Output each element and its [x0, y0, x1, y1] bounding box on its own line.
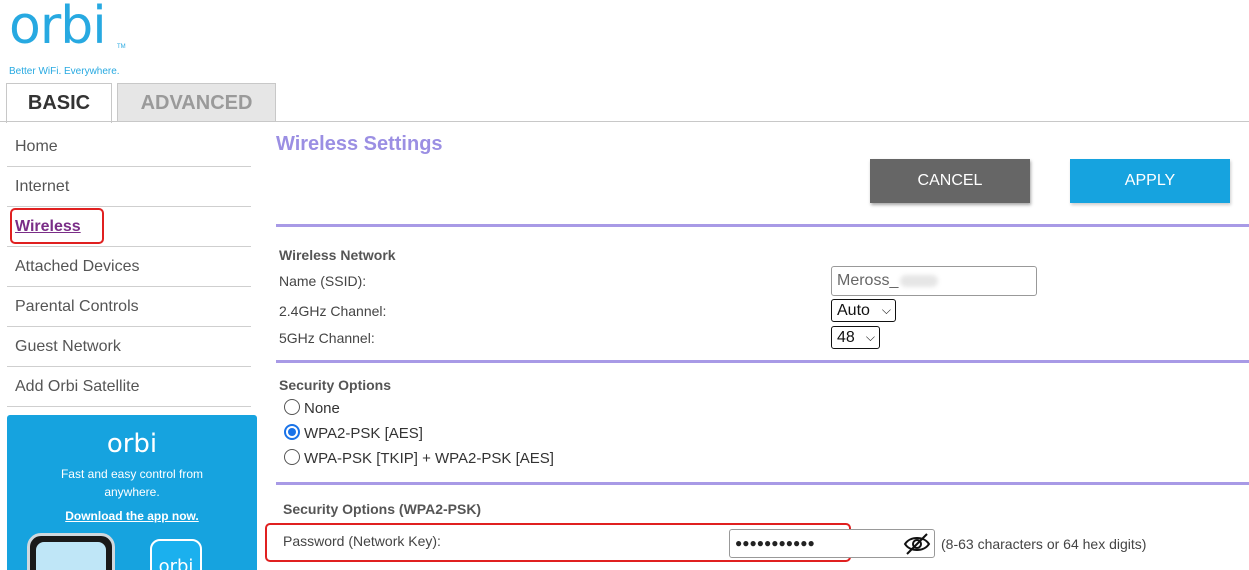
- promo-text: Fast and easy control from anywhere.: [60, 467, 204, 499]
- tab-advanced[interactable]: ADVANCED: [117, 83, 276, 122]
- ssid-value: Meross_: [837, 272, 899, 289]
- radio-wpa-wpa2-mixed[interactable]: [284, 449, 300, 466]
- eye-slash-icon[interactable]: [903, 532, 931, 556]
- security-options-heading: Security Options: [279, 377, 392, 393]
- wpa2-psk-heading: Security Options (WPA2-PSK): [283, 501, 482, 517]
- page-title: Wireless Settings: [276, 133, 443, 155]
- channel-24-value: Auto: [837, 302, 870, 319]
- app-promo-banner: orbi Fast and easy control from anywhere…: [7, 415, 257, 570]
- orbi-logo: orbi TM Better WiFi. Everywhere.: [9, 0, 139, 78]
- sidebar-item-parental-controls[interactable]: Parental Controls: [7, 287, 251, 327]
- logo-trademark: TM: [117, 44, 126, 50]
- security-option-wpa2-psk-aes[interactable]: WPA2-PSK [AES]: [284, 424, 423, 443]
- logo-wordmark: orbi: [9, 0, 107, 56]
- section-divider: [276, 482, 1249, 485]
- channel-5-label: 5GHz Channel:: [279, 330, 375, 346]
- security-option-wpa-wpa2-mixed[interactable]: WPA-PSK [TKIP] + WPA2-PSK [AES]: [284, 449, 554, 468]
- channel-5-value: 48: [837, 329, 855, 346]
- tab-divider: [0, 121, 1249, 122]
- phone-image: [27, 533, 115, 570]
- channel-24-select[interactable]: Auto ⌵: [831, 299, 896, 322]
- sidebar-item-add-orbi-satellite[interactable]: Add Orbi Satellite: [7, 367, 251, 407]
- security-option-none[interactable]: None: [284, 399, 340, 418]
- sidebar-item-guest-network[interactable]: Guest Network: [7, 327, 251, 367]
- radio-wpa2-psk-aes[interactable]: [284, 424, 300, 441]
- password-hint: (8-63 characters or 64 hex digits): [941, 536, 1147, 552]
- chevron-down-icon: ⌵: [865, 330, 875, 344]
- sidebar-item-wireless[interactable]: Wireless: [7, 207, 251, 247]
- phone-screen: [36, 542, 106, 570]
- sidebar-item-home[interactable]: Home: [7, 127, 251, 167]
- sidebar-nav: Home Internet Wireless Attached Devices …: [7, 127, 251, 407]
- apply-button[interactable]: APPLY: [1070, 159, 1230, 203]
- channel-5-select[interactable]: 48 ⌵: [831, 326, 880, 349]
- section-divider: [276, 224, 1249, 227]
- orbi-app-icon: orbi: [150, 539, 202, 570]
- wireless-network-heading: Wireless Network: [279, 247, 396, 263]
- sidebar-item-internet[interactable]: Internet: [7, 167, 251, 207]
- ssid-label: Name (SSID):: [279, 273, 367, 289]
- channel-24-label: 2.4GHz Channel:: [279, 303, 387, 319]
- security-option-label: WPA2-PSK [AES]: [304, 425, 423, 442]
- cancel-button[interactable]: CANCEL: [870, 159, 1030, 203]
- chevron-down-icon: ⌵: [881, 303, 891, 317]
- security-option-label: WPA-PSK [TKIP] + WPA2-PSK [AES]: [304, 450, 554, 467]
- ssid-input[interactable]: Meross_: [831, 266, 1037, 296]
- promo-logo: orbi: [106, 429, 158, 459]
- radio-none[interactable]: [284, 399, 300, 416]
- password-label: Password (Network Key):: [283, 533, 441, 549]
- ssid-redacted: [900, 274, 939, 287]
- section-divider: [276, 360, 1249, 363]
- download-app-link[interactable]: Download the app now.: [7, 509, 257, 523]
- logo-tagline: Better WiFi. Everywhere.: [9, 66, 120, 77]
- security-option-label: None: [304, 400, 340, 417]
- tab-basic[interactable]: BASIC: [6, 83, 112, 123]
- sidebar-item-attached-devices[interactable]: Attached Devices: [7, 247, 251, 287]
